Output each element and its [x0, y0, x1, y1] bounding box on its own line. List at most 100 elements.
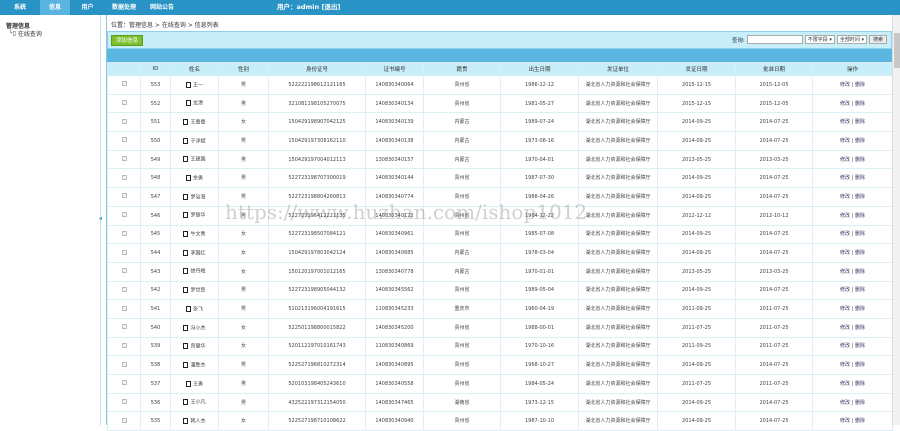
- edit-icon[interactable]: [183, 193, 189, 200]
- edit-icon[interactable]: [183, 118, 189, 125]
- edit-link[interactable]: 修改: [840, 231, 850, 237]
- nav-notice[interactable]: 网站公告: [143, 0, 181, 15]
- delete-link[interactable]: 删除: [855, 194, 865, 200]
- row-checkbox[interactable]: [121, 137, 127, 143]
- collapse-sidebar-icon[interactable]: ◂: [99, 215, 102, 222]
- nav-users[interactable]: 用户: [70, 0, 105, 15]
- delete-link[interactable]: 删除: [855, 157, 865, 163]
- delete-link[interactable]: 删除: [855, 175, 865, 181]
- row-checkbox[interactable]: [121, 268, 127, 274]
- row-checkbox[interactable]: [121, 399, 127, 405]
- delete-link[interactable]: 删除: [855, 418, 865, 424]
- edit-link[interactable]: 修改: [840, 82, 850, 88]
- edit-link[interactable]: 修改: [840, 175, 850, 181]
- row-checkbox[interactable]: [121, 156, 127, 162]
- row-checkbox[interactable]: [121, 230, 127, 236]
- delete-link[interactable]: 删除: [855, 138, 865, 144]
- edit-link[interactable]: 修改: [840, 381, 850, 387]
- nav-info[interactable]: 信息: [40, 0, 70, 15]
- delete-link[interactable]: 删除: [855, 119, 865, 125]
- edit-link[interactable]: 修改: [840, 325, 850, 331]
- edit-link[interactable]: 修改: [840, 362, 850, 368]
- scrollbar-thumb[interactable]: [894, 33, 900, 68]
- edit-icon[interactable]: [183, 343, 189, 350]
- edit-icon[interactable]: [183, 417, 189, 424]
- row-checkbox[interactable]: [121, 118, 127, 124]
- row-checkbox[interactable]: [121, 417, 127, 423]
- delete-link[interactable]: 删除: [855, 101, 865, 107]
- edit-icon[interactable]: [183, 156, 189, 163]
- row-checkbox[interactable]: [121, 361, 127, 367]
- delete-link[interactable]: 删除: [855, 325, 865, 331]
- table-row: 547 罗治海 男 522723198804260813 14083034077…: [107, 187, 893, 207]
- edit-link[interactable]: 修改: [840, 343, 850, 349]
- delete-link[interactable]: 删除: [855, 381, 865, 387]
- cell-actions: 修改 | 删除: [812, 261, 893, 282]
- row-checkbox[interactable]: [121, 324, 127, 330]
- edit-link[interactable]: 修改: [840, 194, 850, 200]
- edit-icon[interactable]: [183, 249, 189, 256]
- edit-icon[interactable]: [183, 268, 189, 275]
- delete-link[interactable]: 删除: [855, 269, 865, 275]
- row-checkbox[interactable]: [121, 193, 127, 199]
- delete-link[interactable]: 删除: [855, 82, 865, 88]
- time-select[interactable]: 全部时间 ▾: [836, 35, 867, 44]
- search-label: 查询:: [731, 37, 745, 44]
- edit-icon[interactable]: [183, 399, 189, 406]
- cell-birth: 1970-10-16: [500, 336, 579, 357]
- add-info-button[interactable]: 添加信息: [111, 35, 144, 46]
- edit-icon[interactable]: [185, 100, 191, 107]
- delete-link[interactable]: 删除: [855, 287, 865, 293]
- row-checkbox[interactable]: [121, 342, 127, 348]
- search-input[interactable]: [746, 35, 803, 44]
- delete-link[interactable]: 删除: [855, 231, 865, 237]
- edit-link[interactable]: 修改: [840, 138, 850, 144]
- row-checkbox[interactable]: [121, 81, 127, 87]
- delete-link[interactable]: 删除: [855, 213, 865, 219]
- ops-separator: |: [851, 362, 854, 369]
- edit-link[interactable]: 修改: [840, 119, 850, 125]
- row-checkbox[interactable]: [121, 305, 127, 311]
- edit-link[interactable]: 修改: [840, 287, 850, 293]
- sidebar-item-online-query[interactable]: └▯ 在线查询: [9, 29, 42, 38]
- edit-icon[interactable]: [183, 231, 189, 238]
- edit-icon[interactable]: [185, 175, 191, 182]
- edit-link[interactable]: 修改: [840, 157, 850, 163]
- edit-link[interactable]: 修改: [840, 400, 850, 406]
- delete-link[interactable]: 删除: [855, 343, 865, 349]
- edit-link[interactable]: 修改: [840, 418, 850, 424]
- delete-link[interactable]: 删除: [855, 250, 865, 256]
- edit-link[interactable]: 修改: [840, 250, 850, 256]
- edit-link[interactable]: 修改: [840, 101, 850, 107]
- scrollbar[interactable]: [892, 15, 900, 425]
- row-checkbox[interactable]: [121, 380, 127, 386]
- cell-sex: 男: [218, 374, 269, 394]
- logout-link[interactable]: [退出]: [321, 3, 340, 11]
- edit-icon[interactable]: [183, 324, 189, 331]
- row-checkbox[interactable]: [121, 212, 127, 218]
- delete-link[interactable]: 删除: [855, 362, 865, 368]
- edit-icon[interactable]: [185, 305, 191, 312]
- cell-issue-date: 2014-09-25: [657, 168, 736, 189]
- field-select[interactable]: 不限字段 ▾: [804, 35, 835, 44]
- delete-link[interactable]: 删除: [855, 306, 865, 312]
- edit-icon[interactable]: [185, 81, 191, 88]
- edit-link[interactable]: 修改: [840, 306, 850, 312]
- edit-icon[interactable]: [183, 287, 189, 294]
- nav-system[interactable]: 系统: [0, 0, 40, 15]
- edit-icon[interactable]: [185, 380, 191, 387]
- row-checkbox[interactable]: [121, 100, 127, 106]
- row-checkbox[interactable]: [121, 174, 127, 180]
- edit-icon[interactable]: [183, 361, 189, 368]
- edit-link[interactable]: 修改: [840, 269, 850, 275]
- row-select: [107, 280, 141, 301]
- edit-icon[interactable]: [183, 212, 189, 219]
- row-checkbox[interactable]: [121, 249, 127, 255]
- nav-data[interactable]: 数据处理: [105, 0, 143, 15]
- search-button[interactable]: 搜索: [868, 35, 887, 44]
- delete-link[interactable]: 删除: [855, 400, 865, 406]
- edit-link[interactable]: 修改: [840, 213, 850, 219]
- cell-origin: 贵州省: [423, 355, 501, 375]
- edit-icon[interactable]: [183, 137, 189, 144]
- row-checkbox[interactable]: [121, 286, 127, 292]
